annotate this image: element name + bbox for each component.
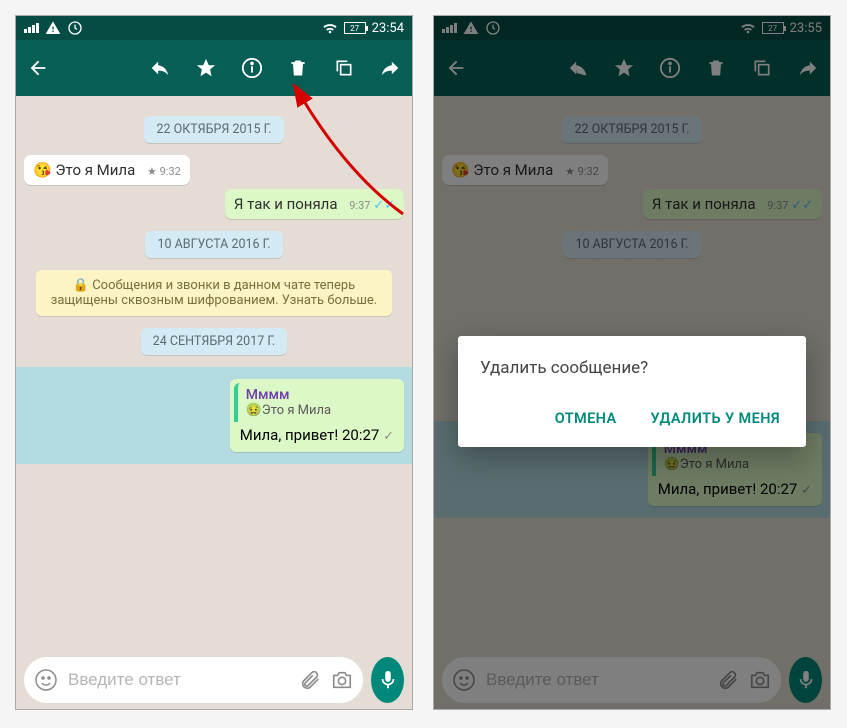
wifi-icon xyxy=(322,20,338,36)
forward-icon[interactable] xyxy=(378,56,402,80)
star-icon[interactable] xyxy=(612,56,636,80)
selected-message[interactable]: Мммм 🤢Это я Мила Мила, привет! 20:27 ✓ xyxy=(16,367,412,464)
encryption-notice[interactable]: 🔒 Сообщения и звонки в данном чате тепер… xyxy=(36,270,392,316)
phone-right: 27 23:55 22 ОКТЯБРЯ 2015 Г. xyxy=(433,15,831,710)
delete-icon[interactable] xyxy=(704,56,728,80)
message-out[interactable]: Я так и поняла 9:37 ✓✓ xyxy=(24,189,404,219)
signal-icon xyxy=(442,23,457,33)
date-chip: 24 СЕНТЯБРЯ 2017 Г. xyxy=(141,328,287,355)
message-out[interactable]: Я так и поняла 9:37 ✓✓ xyxy=(442,189,822,219)
clock-text: 23:55 xyxy=(790,21,822,36)
clock-text: 23:54 xyxy=(372,21,404,36)
dialog-title: Удалить сообщение? xyxy=(480,358,784,378)
emoji-picker-icon[interactable] xyxy=(34,668,58,692)
battery-icon: 27 xyxy=(762,22,784,34)
warning-icon xyxy=(463,20,479,36)
reply-icon[interactable] xyxy=(566,56,590,80)
chat-body: 22 ОКТЯБРЯ 2015 Г. 😘 Это я Мила ★ 9:32 Я… xyxy=(16,96,412,651)
sync-icon xyxy=(67,20,83,36)
date-chip: 10 АВГУСТА 2016 Г. xyxy=(563,231,700,258)
attach-icon[interactable] xyxy=(717,669,739,691)
copy-icon[interactable] xyxy=(332,56,356,80)
mic-button[interactable] xyxy=(789,657,822,703)
sync-icon xyxy=(485,20,501,36)
input-bar xyxy=(434,651,830,709)
date-chip: 22 ОКТЯБРЯ 2015 Г. xyxy=(562,116,701,143)
info-icon[interactable] xyxy=(658,56,682,80)
emoji-icon: 🤢 xyxy=(664,457,680,472)
delete-dialog: Удалить сообщение? ОТМЕНА УДАЛИТЬ У МЕНЯ xyxy=(458,336,806,447)
action-bar xyxy=(434,40,830,96)
signal-icon xyxy=(24,23,39,33)
camera-icon[interactable] xyxy=(331,669,353,691)
emoji-picker-icon[interactable] xyxy=(452,668,476,692)
emoji-icon: 🤢 xyxy=(246,403,262,418)
message-input[interactable] xyxy=(68,670,289,690)
date-chip: 10 АВГУСТА 2016 Г. xyxy=(145,231,282,258)
cancel-button[interactable]: ОТМЕНА xyxy=(551,402,621,435)
message-in[interactable]: 😘 Это я Мила ★ 9:32 xyxy=(442,155,822,185)
message-in[interactable]: 😘 Это я Мила ★ 9:32 xyxy=(24,155,404,185)
message-input-container xyxy=(24,657,363,703)
input-bar xyxy=(16,651,412,709)
date-chip: 22 ОКТЯБРЯ 2015 Г. xyxy=(144,116,283,143)
battery-icon: 27 xyxy=(344,22,366,34)
warning-icon xyxy=(45,20,61,36)
emoji-icon: 😘 xyxy=(451,161,470,179)
delete-for-me-button[interactable]: УДАЛИТЬ У МЕНЯ xyxy=(647,402,784,435)
lock-icon: 🔒 xyxy=(73,278,89,293)
wifi-icon xyxy=(740,20,756,36)
info-icon[interactable] xyxy=(240,56,264,80)
message-input-container xyxy=(442,657,781,703)
emoji-icon: 😘 xyxy=(33,161,52,179)
status-bar: 27 23:55 xyxy=(434,16,830,40)
star-icon[interactable] xyxy=(194,56,218,80)
copy-icon[interactable] xyxy=(750,56,774,80)
message-input[interactable] xyxy=(486,670,707,690)
action-bar xyxy=(16,40,412,96)
camera-icon[interactable] xyxy=(749,669,771,691)
attach-icon[interactable] xyxy=(299,669,321,691)
forward-icon[interactable] xyxy=(796,56,820,80)
phone-left: 27 23:54 22 ОКТЯБРЯ 2015 Г. xyxy=(15,15,413,710)
back-button[interactable] xyxy=(444,56,468,80)
mic-button[interactable] xyxy=(371,657,404,703)
reply-icon[interactable] xyxy=(148,56,172,80)
delete-icon[interactable] xyxy=(286,56,310,80)
status-bar: 27 23:54 xyxy=(16,16,412,40)
back-button[interactable] xyxy=(26,56,50,80)
